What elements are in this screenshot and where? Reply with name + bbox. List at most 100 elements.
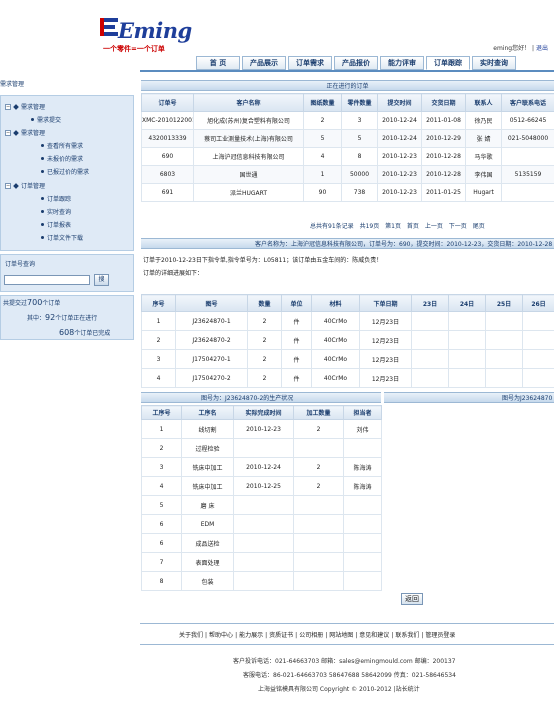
- footer-link[interactable]: 管理员登录: [425, 632, 455, 639]
- column-header: 23日: [411, 294, 449, 312]
- table-cell: [343, 571, 382, 591]
- nav-order-tracking[interactable]: 订单跟踪: [426, 56, 470, 70]
- tree-node-demand[interactable]: − 需求管理: [5, 102, 45, 111]
- table-cell: 12月23日: [359, 311, 412, 331]
- table-cell: 2: [247, 368, 282, 388]
- bullet-icon: [41, 223, 44, 226]
- table-row[interactable]: 1 线切割 2010-12-23 2 刘伟: [141, 419, 382, 439]
- table-cell: 90: [303, 183, 342, 202]
- tree-node-orders[interactable]: − 订单管理: [5, 181, 45, 190]
- nav-quotes[interactable]: 产品报价: [334, 56, 378, 70]
- table-row[interactable]: 4320013339 蔡司工业测量技术(上海)有限公司 5 5 2010-12-24 20…: [141, 129, 554, 148]
- table-row[interactable]: 691 派兰HUGART 90 738 2010-12-23 2011-01-25 Huga…: [141, 183, 554, 202]
- nav-realtime-query[interactable]: 实时查询: [472, 56, 516, 70]
- footer-link[interactable]: 公司相册: [299, 632, 323, 639]
- table-cell: 线切割: [181, 419, 234, 439]
- table-row[interactable]: 3 铣床中加工 2010-12-24 2 陈海涛: [141, 457, 382, 477]
- nav-products[interactable]: 产品展示: [242, 56, 286, 70]
- table-cell: 4: [141, 476, 182, 496]
- pager-last-link[interactable]: 尾页: [473, 223, 485, 230]
- table-cell: [293, 495, 344, 515]
- table-row[interactable]: 4 铣床中加工 2010-12-25 2 陈海涛: [141, 476, 382, 496]
- table-cell: 3: [341, 111, 378, 130]
- tree-item-download[interactable]: 订单文件下载: [41, 233, 83, 242]
- table-row[interactable]: 5磨 床: [141, 495, 382, 515]
- table-row[interactable]: 1 J23624870-1 2 件 40CrMo 12月23日: [141, 311, 554, 331]
- table-row[interactable]: 6 EDM: [141, 514, 382, 534]
- footer-link[interactable]: 资质证书: [269, 632, 293, 639]
- tree-node-demand-manage[interactable]: − 需求管理: [5, 128, 45, 137]
- pager-next-link[interactable]: 下一页: [449, 223, 467, 230]
- table-row[interactable]: XMC-2010122001 旭化成(苏州)复合塑料有限公司 2 3 2010-12-2…: [141, 111, 554, 130]
- table-cell: 李伟国: [465, 165, 502, 184]
- tree-label: 查看所有需求: [47, 143, 84, 150]
- footer-link[interactable]: 联系我们: [395, 632, 419, 639]
- table-cell: 2011-01-08: [421, 111, 466, 130]
- table-row[interactable]: 3 J17504270-1 2 件 40CrMo 12月23日: [141, 349, 554, 369]
- tree-item-report[interactable]: 订单报表: [41, 220, 71, 229]
- back-button[interactable]: 返回: [401, 593, 423, 605]
- collapse-icon[interactable]: −: [5, 182, 11, 189]
- table-cell: 过程检验: [181, 438, 234, 458]
- table-row[interactable]: 690 上海沪冠信息科技有限公司 4 8 2010-12-23 2010-12-28 马华歌: [141, 147, 554, 166]
- table-row[interactable]: 2 过程检验: [141, 438, 382, 458]
- footer-line-3: 上海益铭模具有限公司 Copyright © 2010-2012 |站长统计: [258, 686, 420, 693]
- table-row[interactable]: 7 表面处理: [141, 552, 382, 572]
- collapse-icon[interactable]: −: [5, 129, 11, 136]
- column-header: 订单号: [141, 93, 194, 112]
- table-row[interactable]: 6803 国世通 1 50000 2010-12-23 2010-12-28 李伟国 5135…: [141, 165, 554, 184]
- table-cell: 上海沪冠信息科技有限公司: [193, 147, 304, 166]
- table-row[interactable]: 6 成品送检: [141, 533, 382, 553]
- tree-item-quoted[interactable]: 已报过价的需求: [41, 167, 89, 176]
- footer-link[interactable]: 网站地图: [329, 632, 353, 639]
- footer-link[interactable]: 意见和建议: [359, 632, 389, 639]
- nav-home[interactable]: 首 页: [196, 56, 240, 70]
- table-cell: [293, 571, 344, 591]
- column-header: 工序名: [181, 405, 234, 420]
- table-cell: 2010-12-24: [377, 129, 422, 148]
- table-cell: [448, 349, 486, 369]
- pager-first-link[interactable]: 首页: [407, 223, 419, 230]
- table-cell: 2010-12-23: [377, 183, 422, 202]
- table-cell: 铣床中加工: [181, 476, 234, 496]
- table-header-row: 订单号 客户名称 图纸数量 零件数量 提交时间 交货日期 联系人 客户联系电话: [141, 93, 554, 112]
- sidebar-tree: − 需求管理 需求提交 − 需求管理 查看所有需求 未报价的需求 已报过价的需求…: [0, 95, 134, 251]
- table-cell: [293, 514, 344, 534]
- order-search-title: 订单号查询: [5, 261, 36, 268]
- table-cell: 5: [141, 495, 182, 515]
- table-cell: 3: [141, 349, 176, 369]
- table-row[interactable]: 4 J17504270-2 2 件 40CrMo 12月23日: [141, 368, 554, 388]
- nav-capability-review[interactable]: 能力评审: [380, 56, 424, 70]
- table-cell: [233, 514, 294, 534]
- collapse-icon[interactable]: −: [5, 103, 11, 110]
- footer-link[interactable]: 帮助中心: [209, 632, 233, 639]
- tree-label: 需求管理: [21, 130, 46, 137]
- search-button[interactable]: 搜: [94, 274, 109, 286]
- table-cell: 件: [281, 311, 312, 331]
- table-row[interactable]: 2 J23624870-2 2 件 40CrMo 12月23日: [141, 330, 554, 350]
- tree-item-unquoted[interactable]: 未报价的需求: [41, 154, 83, 163]
- column-header: 实际完成时间: [233, 405, 294, 420]
- nav-order-requests[interactable]: 订单需求: [288, 56, 332, 70]
- table-cell: 7: [141, 552, 182, 572]
- tree-label: 需求管理: [21, 104, 46, 111]
- table-cell: J23624870-1: [175, 311, 248, 331]
- node-icon: [13, 182, 19, 189]
- tree-item-all-demands[interactable]: 查看所有需求: [41, 141, 83, 150]
- pager-prev-link[interactable]: 上一页: [425, 223, 443, 230]
- footer-separator: |: [295, 632, 298, 639]
- tree-item-submit[interactable]: 需求提交: [31, 115, 61, 124]
- tree-item-order-tracking[interactable]: 订单跟踪: [41, 194, 71, 203]
- table-header-row: 序号 图号 数量 单位 材料 下单日期 23日 24日 25日 26日: [141, 294, 554, 312]
- logout-link[interactable]: 退出: [536, 45, 548, 52]
- table-row[interactable]: 8 包装: [141, 571, 382, 591]
- tree-item-realtime[interactable]: 实时查询: [41, 207, 71, 216]
- table-cell: [485, 330, 523, 350]
- order-number-input[interactable]: [4, 275, 90, 285]
- table-cell: 2: [247, 330, 282, 350]
- table-cell: 2010-12-24: [377, 111, 422, 130]
- footer-link[interactable]: 能力展示: [239, 632, 263, 639]
- bullet-icon: [41, 170, 44, 173]
- footer-link[interactable]: 关于我们: [179, 632, 203, 639]
- table-cell: 2: [141, 330, 176, 350]
